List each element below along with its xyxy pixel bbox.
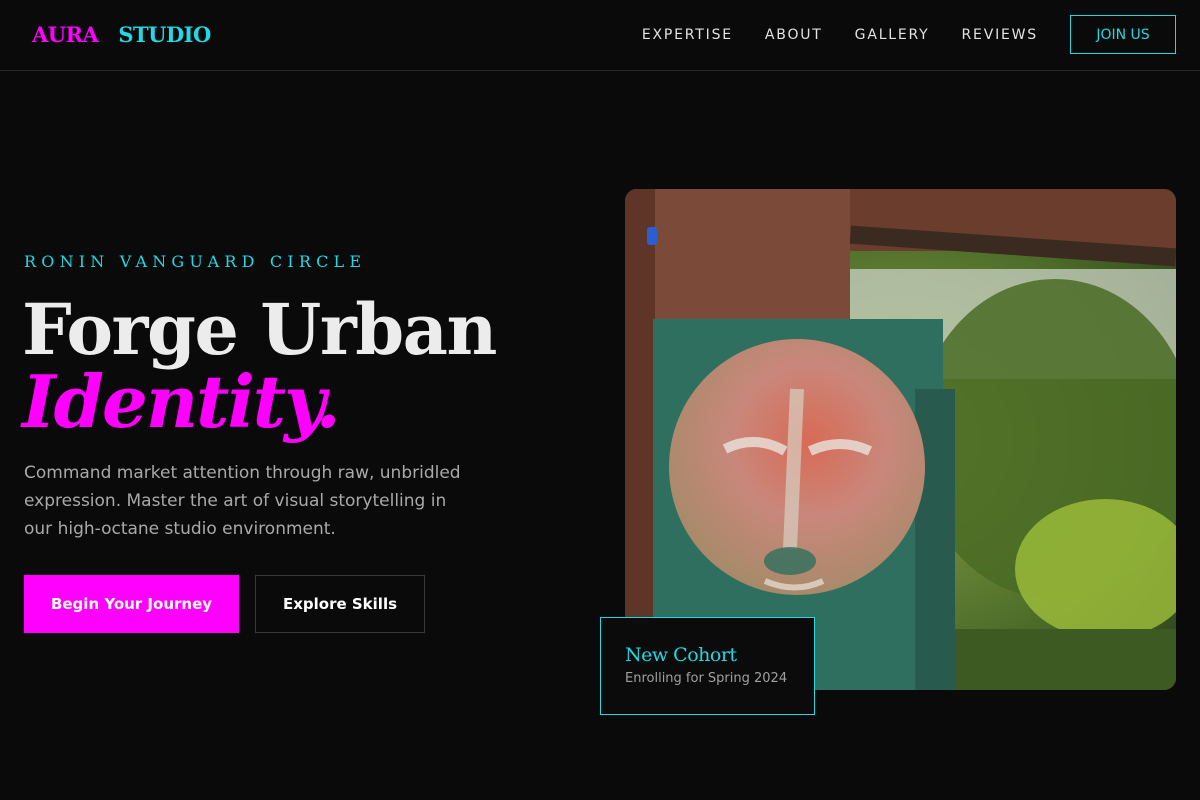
nav-link-about[interactable]: ABOUT bbox=[765, 27, 823, 43]
begin-journey-button[interactable]: Begin Your Journey bbox=[24, 575, 239, 633]
hero-image bbox=[625, 189, 1176, 690]
hero-headline-line1: Forge Urban bbox=[22, 288, 497, 371]
site-header: AURA STUDIO EXPERTISE ABOUT GALLERY REVI… bbox=[0, 0, 1200, 71]
cohort-title: New Cohort bbox=[625, 644, 737, 666]
hero-description: Command market attention through raw, un… bbox=[24, 463, 461, 539]
nav-link-reviews[interactable]: REVIEWS bbox=[962, 27, 1038, 43]
hero-eyebrow: RONIN VANGUARD CIRCLE bbox=[24, 252, 367, 271]
hero-headline-line2: Identity. bbox=[22, 359, 341, 444]
brand-logo[interactable]: AURA STUDIO bbox=[32, 22, 211, 47]
cohort-subtitle: Enrolling for Spring 2024 bbox=[625, 671, 788, 686]
nav-link-expertise[interactable]: EXPERTISE bbox=[642, 27, 733, 43]
join-us-button[interactable]: JOIN US bbox=[1070, 15, 1176, 54]
brand-name-part1: AURA bbox=[32, 22, 99, 47]
brand-name-part2: STUDIO bbox=[118, 22, 211, 47]
nav-link-gallery[interactable]: GALLERY bbox=[855, 27, 930, 43]
cohort-card[interactable]: New Cohort Enrolling for Spring 2024 bbox=[600, 617, 815, 715]
main-nav: EXPERTISE ABOUT GALLERY REVIEWS JOIN US bbox=[642, 15, 1176, 54]
explore-skills-button[interactable]: Explore Skills bbox=[255, 575, 425, 633]
